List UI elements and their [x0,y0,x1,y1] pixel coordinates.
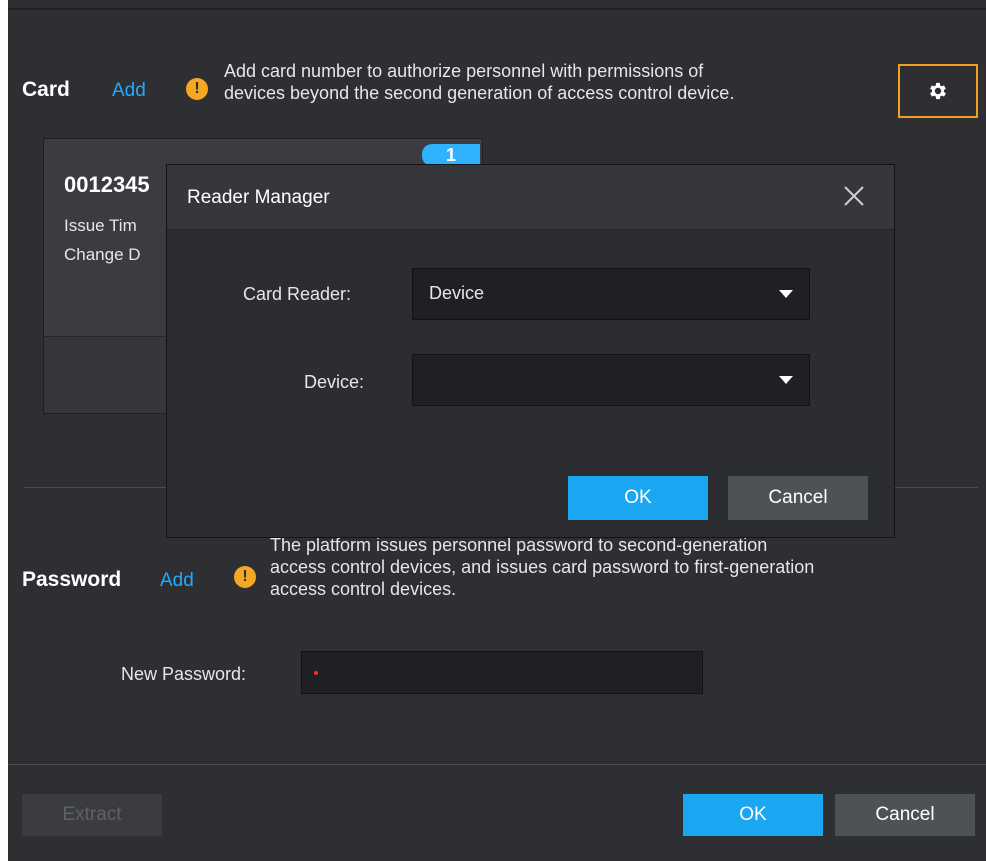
add-password-link[interactable]: Add [160,570,194,592]
device-label: Device: [304,372,365,392]
card-note: Add card number to authorize personnel w… [224,60,734,104]
add-card-link[interactable]: Add [112,80,146,102]
card-reader-label: Card Reader: [243,284,352,304]
card-note-line-2: devices beyond the second generation of … [224,83,735,103]
gear-icon [930,82,946,100]
top-border [8,8,986,10]
password-note-line-3: access control devices. [270,579,457,599]
password-note-line-2: access control devices, and issues card … [270,557,815,577]
reader-settings-button[interactable] [898,64,978,118]
dialog-title: Reader Manager [187,187,330,208]
new-password-label: New Password: [121,664,247,684]
extract-button[interactable]: Extract [22,794,162,836]
chevron-down-icon [779,376,793,384]
card-reader-value: Device [429,283,485,303]
card-issue-time: Issue Tim [64,216,137,235]
device-select[interactable] [412,354,810,406]
card-section-title: Card [22,78,70,101]
warning-icon: ! [234,566,256,588]
close-icon[interactable] [840,182,868,210]
ok-button[interactable]: OK [683,794,823,836]
footer-divider [8,764,986,765]
dialog-cancel-button[interactable]: Cancel [728,476,868,520]
card-count-badge: 1 [422,144,480,166]
password-section-title: Password [22,568,122,591]
required-indicator [314,671,318,675]
dialog-header: Reader Manager [167,165,894,230]
chevron-down-icon [779,290,793,298]
password-note: The platform issues personnel password t… [270,534,814,600]
card-change-date: Change D [64,245,141,264]
dialog-ok-button[interactable]: OK [568,476,708,520]
card-note-line-1: Add card number to authorize personnel w… [224,61,704,81]
person-info-panel: Card Add ! Add card number to authorize … [8,0,986,861]
new-password-input[interactable] [301,651,703,694]
card-reader-select[interactable]: Device [412,268,810,320]
cancel-button[interactable]: Cancel [835,794,975,836]
warning-icon: ! [186,78,208,100]
card-number: 0012345 [64,172,150,197]
reader-manager-dialog: Reader Manager Card Reader: Device Devic… [166,164,895,538]
